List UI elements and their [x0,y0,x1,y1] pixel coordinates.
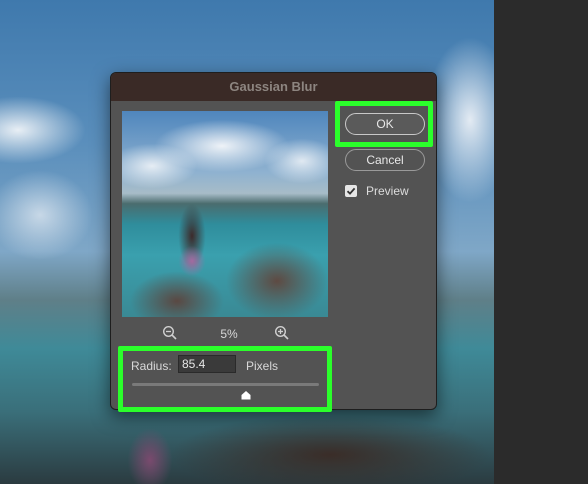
background-figure [120,420,180,484]
radius-slider[interactable] [132,383,319,400]
preview-rock-right [217,231,328,317]
zoom-level: 5% [220,327,238,341]
radius-unit-label: Pixels [246,359,279,373]
zoom-controls: 5% [122,325,328,345]
checkmark-icon [346,187,356,195]
slider-thumb-icon[interactable] [241,387,251,400]
gaussian-blur-dialog: Gaussian Blur 5% Radius: Pixe [110,72,437,410]
zoom-in-icon[interactable] [274,325,290,341]
cancel-button[interactable]: Cancel [345,149,425,171]
right-side-panel [494,0,588,484]
zoom-out-icon[interactable] [162,325,178,341]
blur-preview-image[interactable] [122,111,328,317]
preview-label: Preview [366,184,409,198]
preview-checkbox[interactable] [345,185,357,197]
ok-button[interactable]: OK [345,113,425,135]
radius-input[interactable] [178,355,236,373]
radius-label: Radius: [131,359,172,373]
dialog-title: Gaussian Blur [111,73,436,101]
preview-figure-skirt [172,241,212,281]
